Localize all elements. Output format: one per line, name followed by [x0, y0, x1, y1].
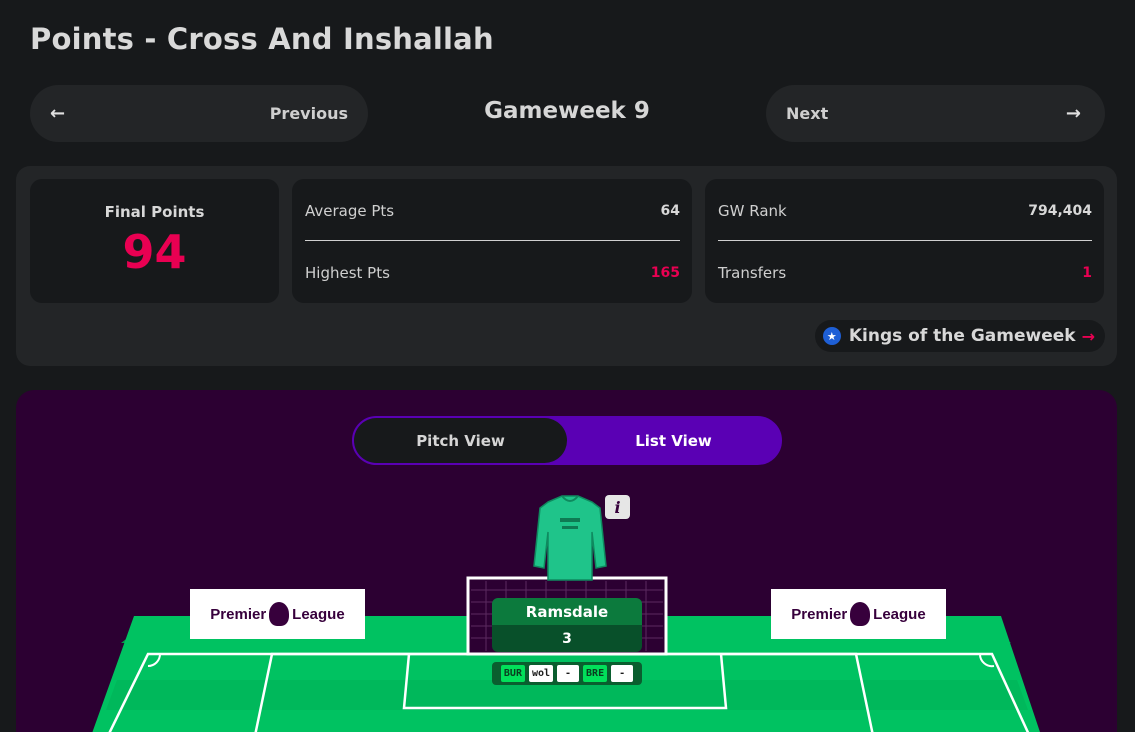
sponsor-word: Premier: [791, 605, 848, 623]
tab-list-view[interactable]: List View: [567, 418, 780, 463]
previous-gameweek-button[interactable]: ← Previous: [30, 85, 368, 142]
gw-rank-label: GW Rank: [718, 202, 787, 220]
average-points-label: Average Pts: [305, 202, 395, 220]
sponsor-word: League: [873, 605, 926, 623]
goalkeeper-shirt-icon: [533, 495, 607, 581]
arrow-right-icon: →: [1065, 103, 1081, 124]
gameweek-title: Gameweek 9: [484, 98, 650, 124]
sponsor-word: Premier: [210, 605, 267, 623]
page-title: Points - Cross And Inshallah: [30, 22, 494, 56]
fixture-badge: -: [557, 665, 580, 682]
view-toggle[interactable]: Pitch View List View: [352, 416, 782, 465]
next-gameweek-button[interactable]: Next →: [766, 85, 1105, 142]
star-badge-icon: ★: [822, 327, 841, 345]
final-points-card: Final Points 94: [30, 179, 279, 303]
premier-league-board-left: Premier League: [190, 589, 365, 639]
divider: [305, 240, 680, 241]
final-points-label: Final Points: [104, 203, 205, 221]
previous-label: Previous: [269, 104, 348, 123]
highest-points-label: Highest Pts: [305, 264, 390, 282]
premier-league-board-right: Premier League: [771, 589, 946, 639]
kings-of-the-gameweek-link[interactable]: ★ Kings of the Gameweek →: [814, 320, 1105, 352]
transfers-value[interactable]: 1: [1082, 265, 1092, 281]
next-label: Next: [786, 104, 829, 123]
tab-pitch-view[interactable]: Pitch View: [354, 418, 567, 463]
rank-stats-card: GW Rank 794,404 Transfers 1: [705, 179, 1104, 303]
arrow-right-icon: →: [1081, 326, 1095, 346]
fixture-badge: BRE: [583, 665, 608, 682]
points-summary-panel: Final Points 94 Average Pts 64 Highest P…: [16, 166, 1117, 366]
transfers-row[interactable]: Transfers 1: [718, 263, 1092, 283]
player-name: Ramsdale: [492, 598, 642, 625]
highest-points-row[interactable]: Highest Pts 165: [305, 263, 680, 283]
points-stats-card: Average Pts 64 Highest Pts 165: [292, 179, 692, 303]
transfers-label: Transfers: [718, 264, 787, 282]
gw-rank-value: 794,404: [1028, 203, 1092, 219]
fixture-badge: wol: [528, 665, 554, 682]
pitch-panel: Pitch View List View Premier League Prem…: [16, 390, 1117, 732]
highest-points-value[interactable]: 165: [651, 265, 680, 281]
premier-league-lion-icon: [269, 602, 290, 626]
arrow-left-icon: ←: [50, 103, 66, 124]
player-fixtures: BUR wol - BRE -: [492, 662, 642, 685]
average-points-value: 64: [660, 203, 680, 219]
fixture-badge: BUR: [500, 665, 525, 682]
player-points: 3: [492, 625, 642, 652]
premier-league-lion-icon: [850, 602, 871, 626]
gw-rank-row: GW Rank 794,404: [718, 201, 1092, 221]
sponsor-word: League: [292, 605, 345, 623]
kings-link-label: Kings of the Gameweek: [848, 326, 1076, 346]
fixture-badge: -: [611, 665, 634, 682]
player-info-button[interactable]: i: [605, 495, 630, 519]
average-points-row: Average Pts 64: [305, 201, 680, 221]
player-card-ramsdale[interactable]: Ramsdale 3: [492, 598, 642, 652]
divider: [718, 240, 1092, 241]
final-points-value: 94: [122, 225, 187, 279]
